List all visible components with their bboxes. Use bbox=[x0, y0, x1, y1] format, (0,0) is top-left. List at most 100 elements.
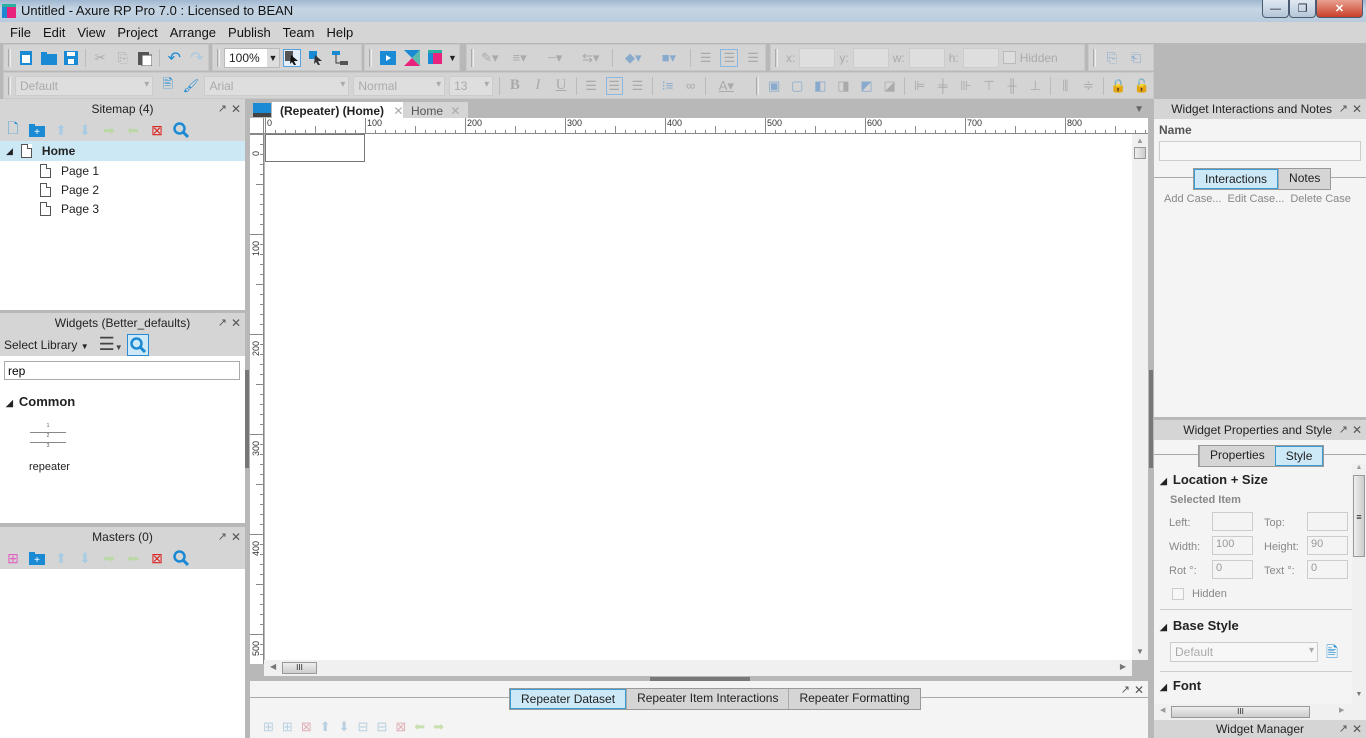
style-editor-icon[interactable]: 🖹 bbox=[159, 76, 176, 95]
insert-column-icon[interactable]: ⊞ bbox=[282, 719, 293, 735]
select-contained-icon[interactable] bbox=[307, 49, 325, 67]
move-down-icon[interactable]: ⬇ bbox=[76, 121, 94, 139]
base-style-dropdown[interactable]: Default bbox=[1170, 642, 1318, 662]
add-folder-icon[interactable]: + bbox=[28, 121, 46, 139]
export-icon[interactable]: ⎗ bbox=[1127, 49, 1145, 67]
close-icon[interactable]: ✕ bbox=[1352, 99, 1362, 119]
font-dropdown[interactable]: Arial bbox=[204, 75, 350, 96]
shadow-icon[interactable]: ■▾ bbox=[654, 49, 684, 67]
font-color-icon[interactable]: A▾ bbox=[712, 77, 741, 95]
align-left-objects-icon[interactable]: ⊫ bbox=[911, 77, 928, 95]
widget-label-repeater[interactable]: repeater bbox=[29, 461, 70, 473]
unlock-icon[interactable]: 🔓 bbox=[1133, 77, 1150, 95]
scroll-right-icon[interactable]: ▶ bbox=[1339, 706, 1344, 714]
redo-icon[interactable]: ↷ bbox=[189, 49, 205, 67]
pop-out-icon[interactable]: ↗ bbox=[218, 527, 227, 547]
close-window-button[interactable]: ✕ bbox=[1316, 0, 1363, 18]
search-icon[interactable] bbox=[172, 121, 190, 139]
sitemap-item-page-1[interactable]: Page 1 bbox=[0, 161, 245, 180]
send-to-back-icon[interactable]: ◪ bbox=[881, 77, 898, 95]
close-tab-icon[interactable]: ✕ bbox=[393, 104, 403, 118]
move-down-icon[interactable]: ⬇ bbox=[339, 719, 350, 735]
align-right-objects-icon[interactable]: ⊪ bbox=[957, 77, 974, 95]
underline-button[interactable]: U bbox=[552, 77, 569, 95]
menu-view[interactable]: View bbox=[71, 25, 111, 40]
add-row-below-icon[interactable]: ⊟ bbox=[376, 719, 387, 735]
close-tab-icon[interactable]: ✕ bbox=[450, 104, 460, 118]
pop-out-icon[interactable]: ↗ bbox=[1339, 99, 1348, 119]
bring-to-front-icon[interactable]: ◩ bbox=[858, 77, 875, 95]
align-bottom-objects-icon[interactable]: ⊥ bbox=[1027, 77, 1044, 95]
properties-horizontal-scrollbar[interactable]: ◀ III ▶ bbox=[1154, 704, 1366, 720]
indent-icon[interactable]: ➡ bbox=[100, 549, 118, 567]
move-right-icon[interactable]: ➡ bbox=[433, 719, 444, 735]
text-rotation-input[interactable]: 0 bbox=[1307, 560, 1348, 579]
new-file-icon[interactable] bbox=[18, 49, 34, 67]
tab-overflow-icon[interactable]: ▼ bbox=[1134, 104, 1144, 115]
add-folder-icon[interactable]: + bbox=[28, 549, 46, 567]
w-input[interactable] bbox=[908, 47, 945, 68]
add-page-icon[interactable]: 🗋 bbox=[4, 120, 22, 139]
menu-project[interactable]: Project bbox=[111, 25, 163, 40]
menu-publish[interactable]: Publish bbox=[222, 25, 277, 40]
share-axshare-icon[interactable] bbox=[403, 49, 421, 67]
move-left-icon[interactable]: ⬅ bbox=[414, 719, 425, 735]
close-icon[interactable]: ✕ bbox=[231, 313, 241, 333]
pop-out-icon[interactable]: ↗ bbox=[1121, 683, 1130, 696]
add-case-link[interactable]: Add Case... bbox=[1164, 193, 1221, 205]
tab-list-icon[interactable] bbox=[253, 103, 271, 117]
close-icon[interactable]: ✕ bbox=[231, 99, 241, 119]
sitemap-item-home[interactable]: ◢ Home bbox=[0, 141, 245, 161]
minimize-button[interactable]: — bbox=[1262, 0, 1289, 18]
widget-search-input[interactable] bbox=[4, 361, 240, 380]
scroll-left-icon[interactable]: ◀ bbox=[270, 662, 276, 671]
right-panel-splitter[interactable] bbox=[1149, 370, 1153, 468]
tab-repeater-item-interactions[interactable]: Repeater Item Interactions bbox=[626, 689, 789, 709]
left-input[interactable] bbox=[1212, 512, 1253, 531]
copy-icon[interactable]: ⎘ bbox=[114, 49, 130, 67]
outdent-icon[interactable]: ⬅ bbox=[124, 121, 142, 139]
pop-out-icon[interactable]: ↗ bbox=[218, 99, 227, 119]
lock-icon[interactable]: 🔒 bbox=[1110, 77, 1127, 95]
search-toggle-button[interactable] bbox=[126, 333, 149, 356]
connector-icon[interactable] bbox=[331, 49, 349, 67]
menu-edit[interactable]: Edit bbox=[37, 25, 71, 40]
y-input[interactable] bbox=[852, 47, 889, 68]
font-weight-dropdown[interactable]: Normal bbox=[353, 75, 446, 96]
align-middle-text-icon[interactable]: ☰ bbox=[720, 48, 739, 67]
fill-color-icon[interactable]: ◆▾ bbox=[619, 49, 649, 67]
delete-column-icon[interactable]: ⊠ bbox=[395, 719, 406, 735]
location-size-section[interactable]: ◢ Location + Size bbox=[1160, 472, 1268, 487]
border-color-icon[interactable]: ✎▾ bbox=[481, 49, 499, 67]
properties-vertical-scrollbar[interactable]: ▲ ≡ ▼ bbox=[1352, 464, 1366, 720]
line-style-icon[interactable]: ┄▾ bbox=[540, 49, 570, 67]
align-top-objects-icon[interactable]: ⊤ bbox=[980, 77, 997, 95]
menu-help[interactable]: Help bbox=[320, 25, 359, 40]
horizontal-scrollbar[interactable]: ◀ III ▶ bbox=[264, 660, 1132, 676]
font-section[interactable]: ◢ Font bbox=[1160, 678, 1201, 693]
scroll-thumb[interactable]: ≡ bbox=[1353, 475, 1365, 557]
delete-page-icon[interactable]: ⊠ bbox=[148, 121, 166, 139]
widget-name-input[interactable] bbox=[1159, 141, 1361, 161]
publish-icon[interactable] bbox=[427, 49, 445, 67]
menu-arrange[interactable]: Arrange bbox=[164, 25, 222, 40]
align-middle-objects-icon[interactable]: ╫ bbox=[1004, 77, 1021, 95]
scroll-down-icon[interactable]: ▼ bbox=[1352, 691, 1366, 698]
tab-properties[interactable]: Properties bbox=[1199, 446, 1275, 466]
scroll-thumb[interactable] bbox=[1134, 147, 1146, 159]
sitemap-item-page-3[interactable]: Page 3 bbox=[0, 199, 245, 218]
import-icon[interactable]: ⎘ bbox=[1103, 49, 1121, 67]
move-up-icon[interactable]: ⬆ bbox=[52, 121, 70, 139]
insert-row-icon[interactable]: ⊞ bbox=[263, 719, 274, 735]
edit-case-link[interactable]: Edit Case... bbox=[1227, 193, 1284, 205]
cut-icon[interactable]: ✂ bbox=[92, 49, 108, 67]
undo-icon[interactable]: ↶ bbox=[166, 49, 182, 67]
delete-master-icon[interactable]: ⊠ bbox=[148, 549, 166, 567]
chevron-down-icon[interactable]: ▼ bbox=[448, 53, 457, 63]
align-top-text-icon[interactable]: ☰ bbox=[697, 49, 715, 67]
select-library-dropdown[interactable]: Select Library ▼ bbox=[4, 338, 89, 352]
x-input[interactable] bbox=[799, 47, 836, 68]
zoom-dropdown[interactable]: 100% ▼ bbox=[224, 47, 280, 68]
menu-file[interactable]: File bbox=[4, 25, 37, 40]
arrow-style-icon[interactable]: ⇆▾ bbox=[576, 49, 606, 67]
